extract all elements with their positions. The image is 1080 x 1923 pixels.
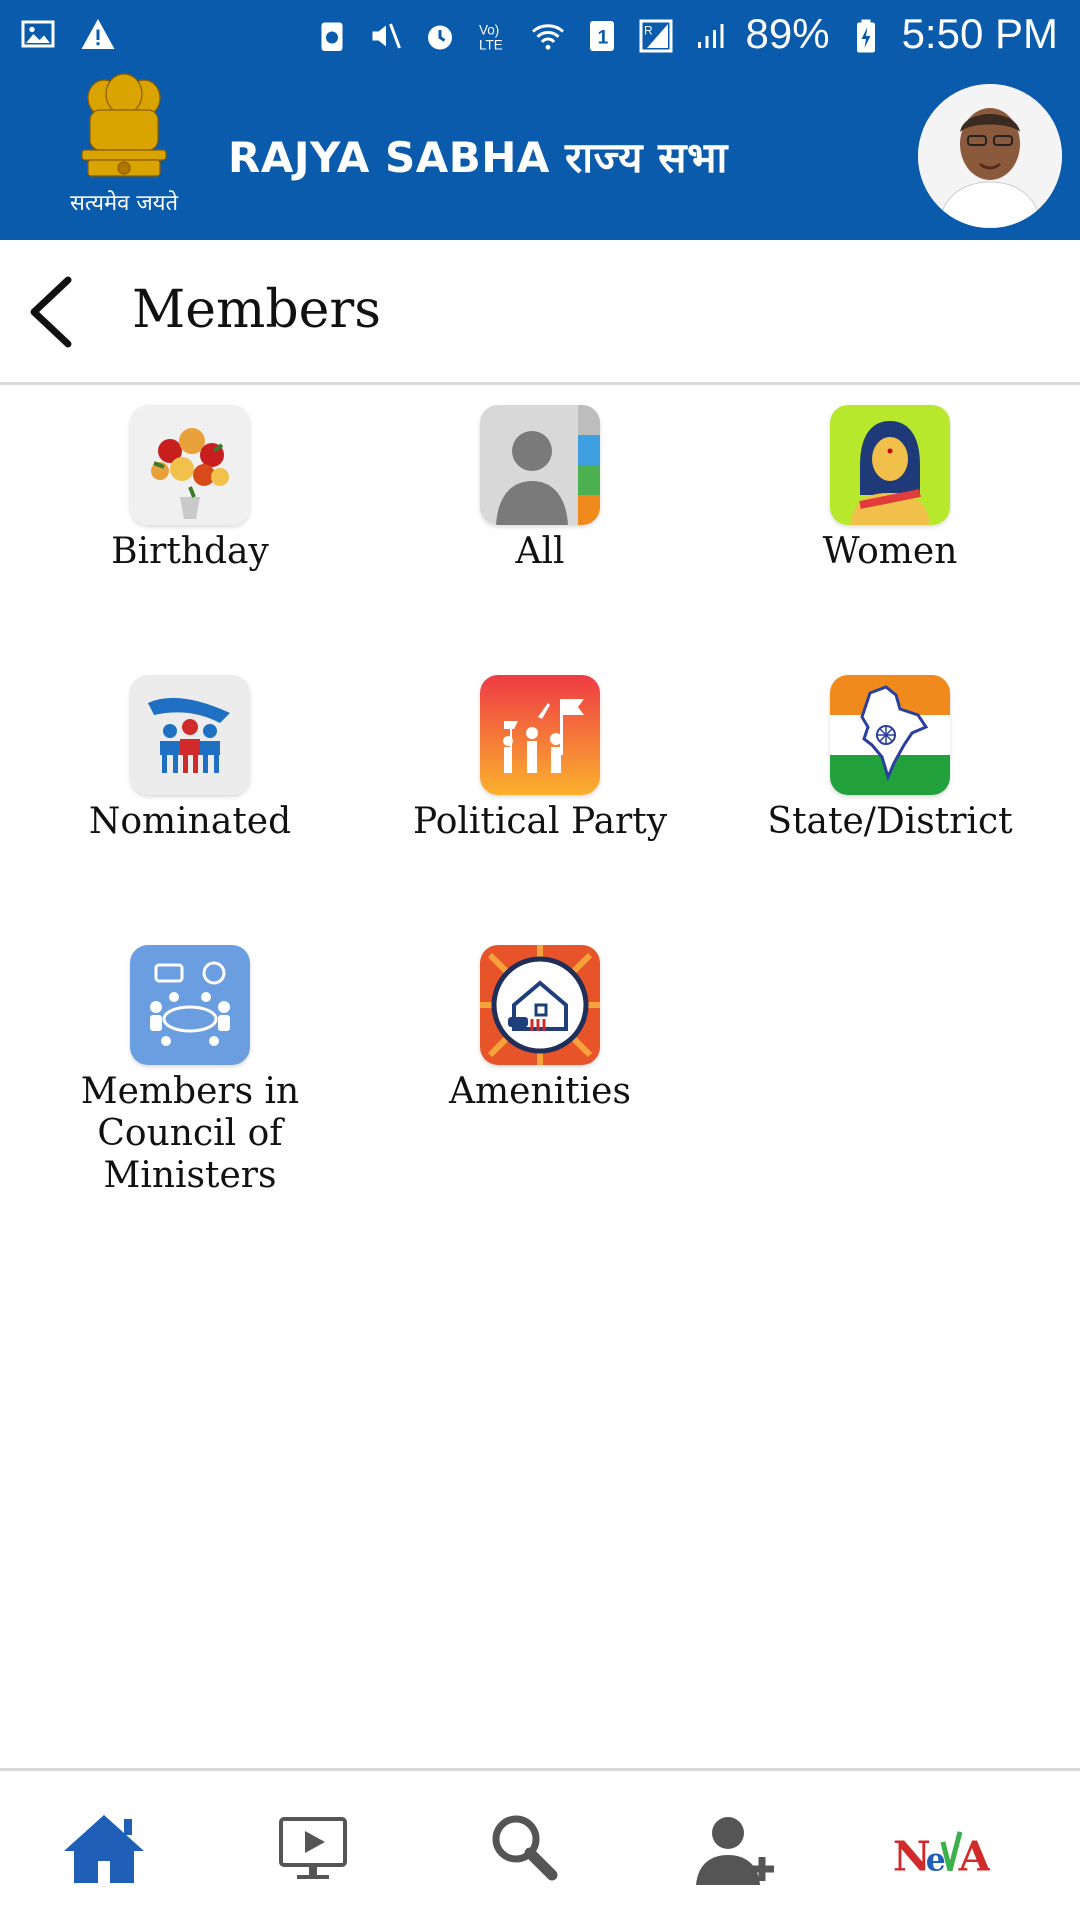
tile-state-district[interactable]: State/District xyxy=(715,675,1065,843)
tile-all[interactable]: All xyxy=(365,405,715,573)
tile-council-of-ministers[interactable]: Members in Council of Ministers xyxy=(15,945,365,1189)
tile-women[interactable]: Women xyxy=(715,405,1065,573)
add-user-icon xyxy=(696,1817,774,1885)
video-icon xyxy=(279,1817,347,1879)
tile-label: Birthday xyxy=(111,531,269,572)
clock: 5:50 PM xyxy=(901,10,1058,57)
volte-icon: Vo) LTE xyxy=(476,16,512,53)
meeting-table-icon xyxy=(130,945,250,1065)
home-icon xyxy=(64,1815,144,1883)
svg-text:R: R xyxy=(644,24,653,38)
tile-label: Amenities xyxy=(449,1071,631,1112)
signal-r2-icon xyxy=(692,16,728,52)
nav-video[interactable] xyxy=(263,1809,363,1889)
svg-text:1: 1 xyxy=(597,27,608,49)
back-arrow-icon xyxy=(30,276,72,348)
neva-logo: N e A xyxy=(893,1831,992,1880)
page-title-bar: Members xyxy=(0,240,1080,385)
bottom-navigation: N e A xyxy=(0,1768,1080,1923)
back-button[interactable] xyxy=(22,274,92,350)
tile-label: All xyxy=(515,531,565,572)
party-flags-icon xyxy=(480,675,600,795)
tile-political-party[interactable]: Political Party xyxy=(365,675,715,843)
nav-home[interactable] xyxy=(54,1809,154,1889)
app-title: RAJYA SABHA राज्य सभा xyxy=(228,133,728,182)
india-map-icon xyxy=(830,675,950,795)
tile-amenities[interactable]: Amenities xyxy=(365,945,715,1113)
alarm-icon xyxy=(422,16,458,52)
gallery-icon xyxy=(20,14,56,50)
sim-1-icon: 1 xyxy=(584,16,620,52)
tile-nominated[interactable]: Nominated xyxy=(15,675,365,843)
national-emblem-logo: सत्यमेव जयते xyxy=(62,72,186,232)
tile-label: Nominated xyxy=(88,801,292,842)
wifi-icon xyxy=(530,16,566,52)
page-title: Members xyxy=(132,280,381,340)
tile-label: Members in Council of Ministers xyxy=(80,1071,300,1189)
battery-charging-icon xyxy=(848,16,884,53)
emblem-motto: सत्यमेव जयते xyxy=(70,190,178,216)
sim-toolkit-icon xyxy=(314,16,350,52)
battery-percentage: 89% xyxy=(745,10,830,57)
woman-icon xyxy=(830,405,950,525)
svg-text:Vo): Vo) xyxy=(479,23,499,38)
tile-birthday[interactable]: Birthday xyxy=(15,405,365,573)
tile-label: Political Party xyxy=(412,801,668,842)
mute-icon xyxy=(368,16,404,52)
avatar[interactable] xyxy=(918,84,1062,228)
nav-add-user[interactable] xyxy=(684,1809,784,1889)
nav-neva[interactable]: N e A xyxy=(890,1809,1030,1889)
status-bar: Vo) LTE 1 R 89% 5:50 PM xyxy=(0,0,1080,72)
house-amenities-icon xyxy=(480,945,600,1065)
signal-r-icon: R xyxy=(638,16,674,53)
search-icon xyxy=(492,1815,558,1881)
tile-label: Women xyxy=(822,531,958,572)
app-header: सत्यमेव जयते RAJYA SABHA राज्य सभा xyxy=(0,72,1080,240)
nav-search[interactable] xyxy=(474,1809,574,1889)
warning-icon xyxy=(80,14,116,50)
svg-text:A: A xyxy=(958,1831,990,1880)
nominated-people-icon xyxy=(130,675,250,795)
contacts-directory-icon xyxy=(480,405,600,525)
flower-bouquet-icon xyxy=(130,405,250,525)
svg-text:LTE: LTE xyxy=(479,38,503,53)
tile-label: State/District xyxy=(767,801,1013,842)
